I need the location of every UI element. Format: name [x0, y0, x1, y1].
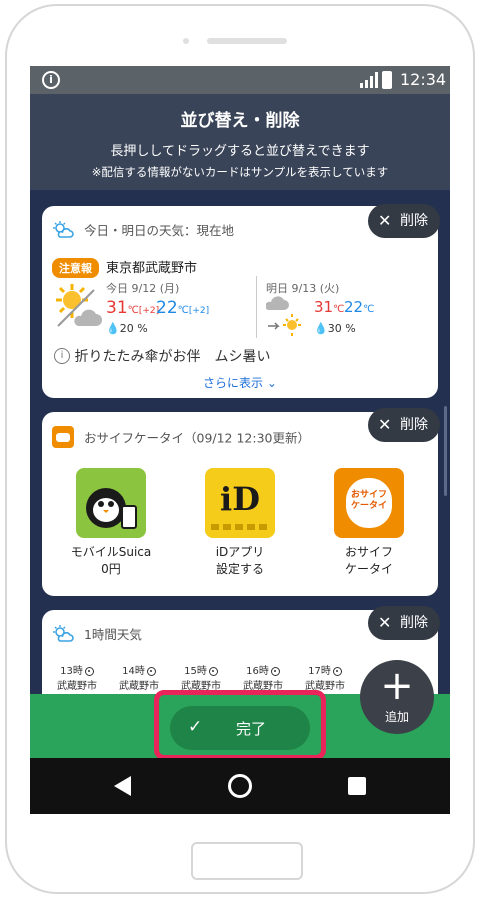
chevron-down-icon: ⌄ — [266, 376, 277, 390]
add-card-button[interactable]: + 追加 — [360, 660, 434, 734]
back-icon[interactable] — [114, 776, 131, 796]
page-title: 並び替え・削除 — [180, 111, 300, 131]
delete-hourly-card-button[interactable]: ✕ 削除 — [368, 606, 440, 640]
show-more-link[interactable]: さらに表示 ⌄ — [42, 374, 438, 391]
cloud-to-sun-icon — [266, 296, 301, 336]
location-pin-icon — [146, 666, 156, 676]
camera-dot — [183, 38, 189, 44]
close-icon: ✕ — [378, 613, 392, 632]
home-icon[interactable] — [228, 774, 252, 798]
delete-weather-card-button[interactable]: ✕ 削除 — [368, 204, 440, 238]
tomorrow-label: 明日 9/13 (火) — [266, 282, 340, 295]
location-pin-icon — [270, 666, 280, 676]
plus-icon: + — [380, 663, 414, 709]
raindrop-icon: 💧 — [106, 322, 120, 335]
location-name: 東京都武蔵野市 — [106, 261, 198, 276]
location-pin-icon — [208, 666, 218, 676]
weather-icon — [53, 220, 74, 238]
navigation-bar — [30, 758, 450, 814]
hour-column: 16時 武蔵野市 — [243, 666, 283, 692]
raindrop-icon: 💧 — [314, 322, 328, 335]
location-pin-icon — [84, 666, 94, 676]
delete-osaifu-card-button[interactable]: ✕ 削除 — [368, 408, 440, 442]
close-icon: ✕ — [378, 415, 392, 434]
highlight-frame — [154, 690, 326, 760]
card-header: 今日・明日の天気：現在地 — [52, 220, 234, 239]
battery-icon — [382, 71, 392, 89]
today-rain: 💧20 % — [106, 322, 148, 335]
osaifu-keitai-icon: おサイフ ケータイ — [334, 468, 404, 538]
scrollbar[interactable] — [444, 406, 447, 496]
edit-header: 並び替え・削除 長押ししてドラッグすると並び替えできます ※配信する情報がないカ… — [30, 94, 450, 190]
app-id[interactable]: iD iDアプリ 設定する — [185, 468, 295, 578]
location-pin-icon — [332, 666, 342, 676]
sample-note: ※配信する情報がないカードはサンプルを表示しています — [91, 165, 389, 179]
status-time: 12:34 — [400, 70, 447, 89]
tomorrow-rain: 💧30 % — [314, 322, 356, 335]
suica-icon — [76, 468, 146, 538]
recent-apps-icon[interactable] — [348, 777, 366, 795]
card-title: 1時間天気 — [83, 627, 142, 642]
hour-column: 17時 武蔵野市 — [305, 666, 345, 692]
card-title: 今日・明日の天気：現在地 — [83, 223, 234, 238]
speaker-grille — [207, 38, 287, 44]
tomorrow-low: 22℃ — [344, 298, 375, 316]
tomorrow-high: 31℃ — [314, 298, 345, 316]
today-label: 今日 9/12 (月) — [106, 282, 180, 295]
app-osaifu-keitai[interactable]: おサイフ ケータイ おサイフ ケータイ — [314, 468, 424, 578]
hour-column: 13時 武蔵野市 — [57, 666, 97, 692]
screen: i 12:34 並び替え・削除 長押ししてドラッグすると並び替えできます ※配信… — [30, 66, 450, 814]
signal-icon — [360, 72, 378, 88]
weather-icon — [53, 624, 74, 642]
today-high: 31℃[+2] — [106, 298, 160, 318]
weather-advice: i 折りたたみ傘がお伴 ムシ暑い — [54, 346, 270, 366]
hour-column: 14時 武蔵野市 — [119, 666, 159, 692]
status-bar: i 12:34 — [30, 66, 450, 94]
info-circle-icon: i — [54, 348, 70, 364]
sun-cloud-icon — [56, 284, 102, 327]
osaifu-small-icon — [52, 426, 74, 448]
warning-badge: 注意報 — [52, 258, 99, 278]
hardware-home-button[interactable] — [191, 842, 303, 880]
divider — [256, 276, 257, 338]
today-low: 22℃[+2] — [156, 298, 210, 318]
id-app-icon: iD — [205, 468, 275, 538]
hour-column: 15時 武蔵野市 — [181, 666, 221, 692]
info-icon: i — [42, 71, 60, 89]
card-header: おサイフケータイ（09/12 12:30更新） — [52, 426, 310, 448]
app-mobile-suica[interactable]: モバイルSuica 0円 — [56, 468, 166, 578]
card-header: 1時間天気 — [52, 624, 142, 643]
card-title: おサイフケータイ（09/12 12:30更新） — [83, 430, 311, 446]
instruction-text: 長押ししてドラッグすると並び替えできます — [110, 144, 370, 159]
close-icon: ✕ — [378, 211, 392, 230]
